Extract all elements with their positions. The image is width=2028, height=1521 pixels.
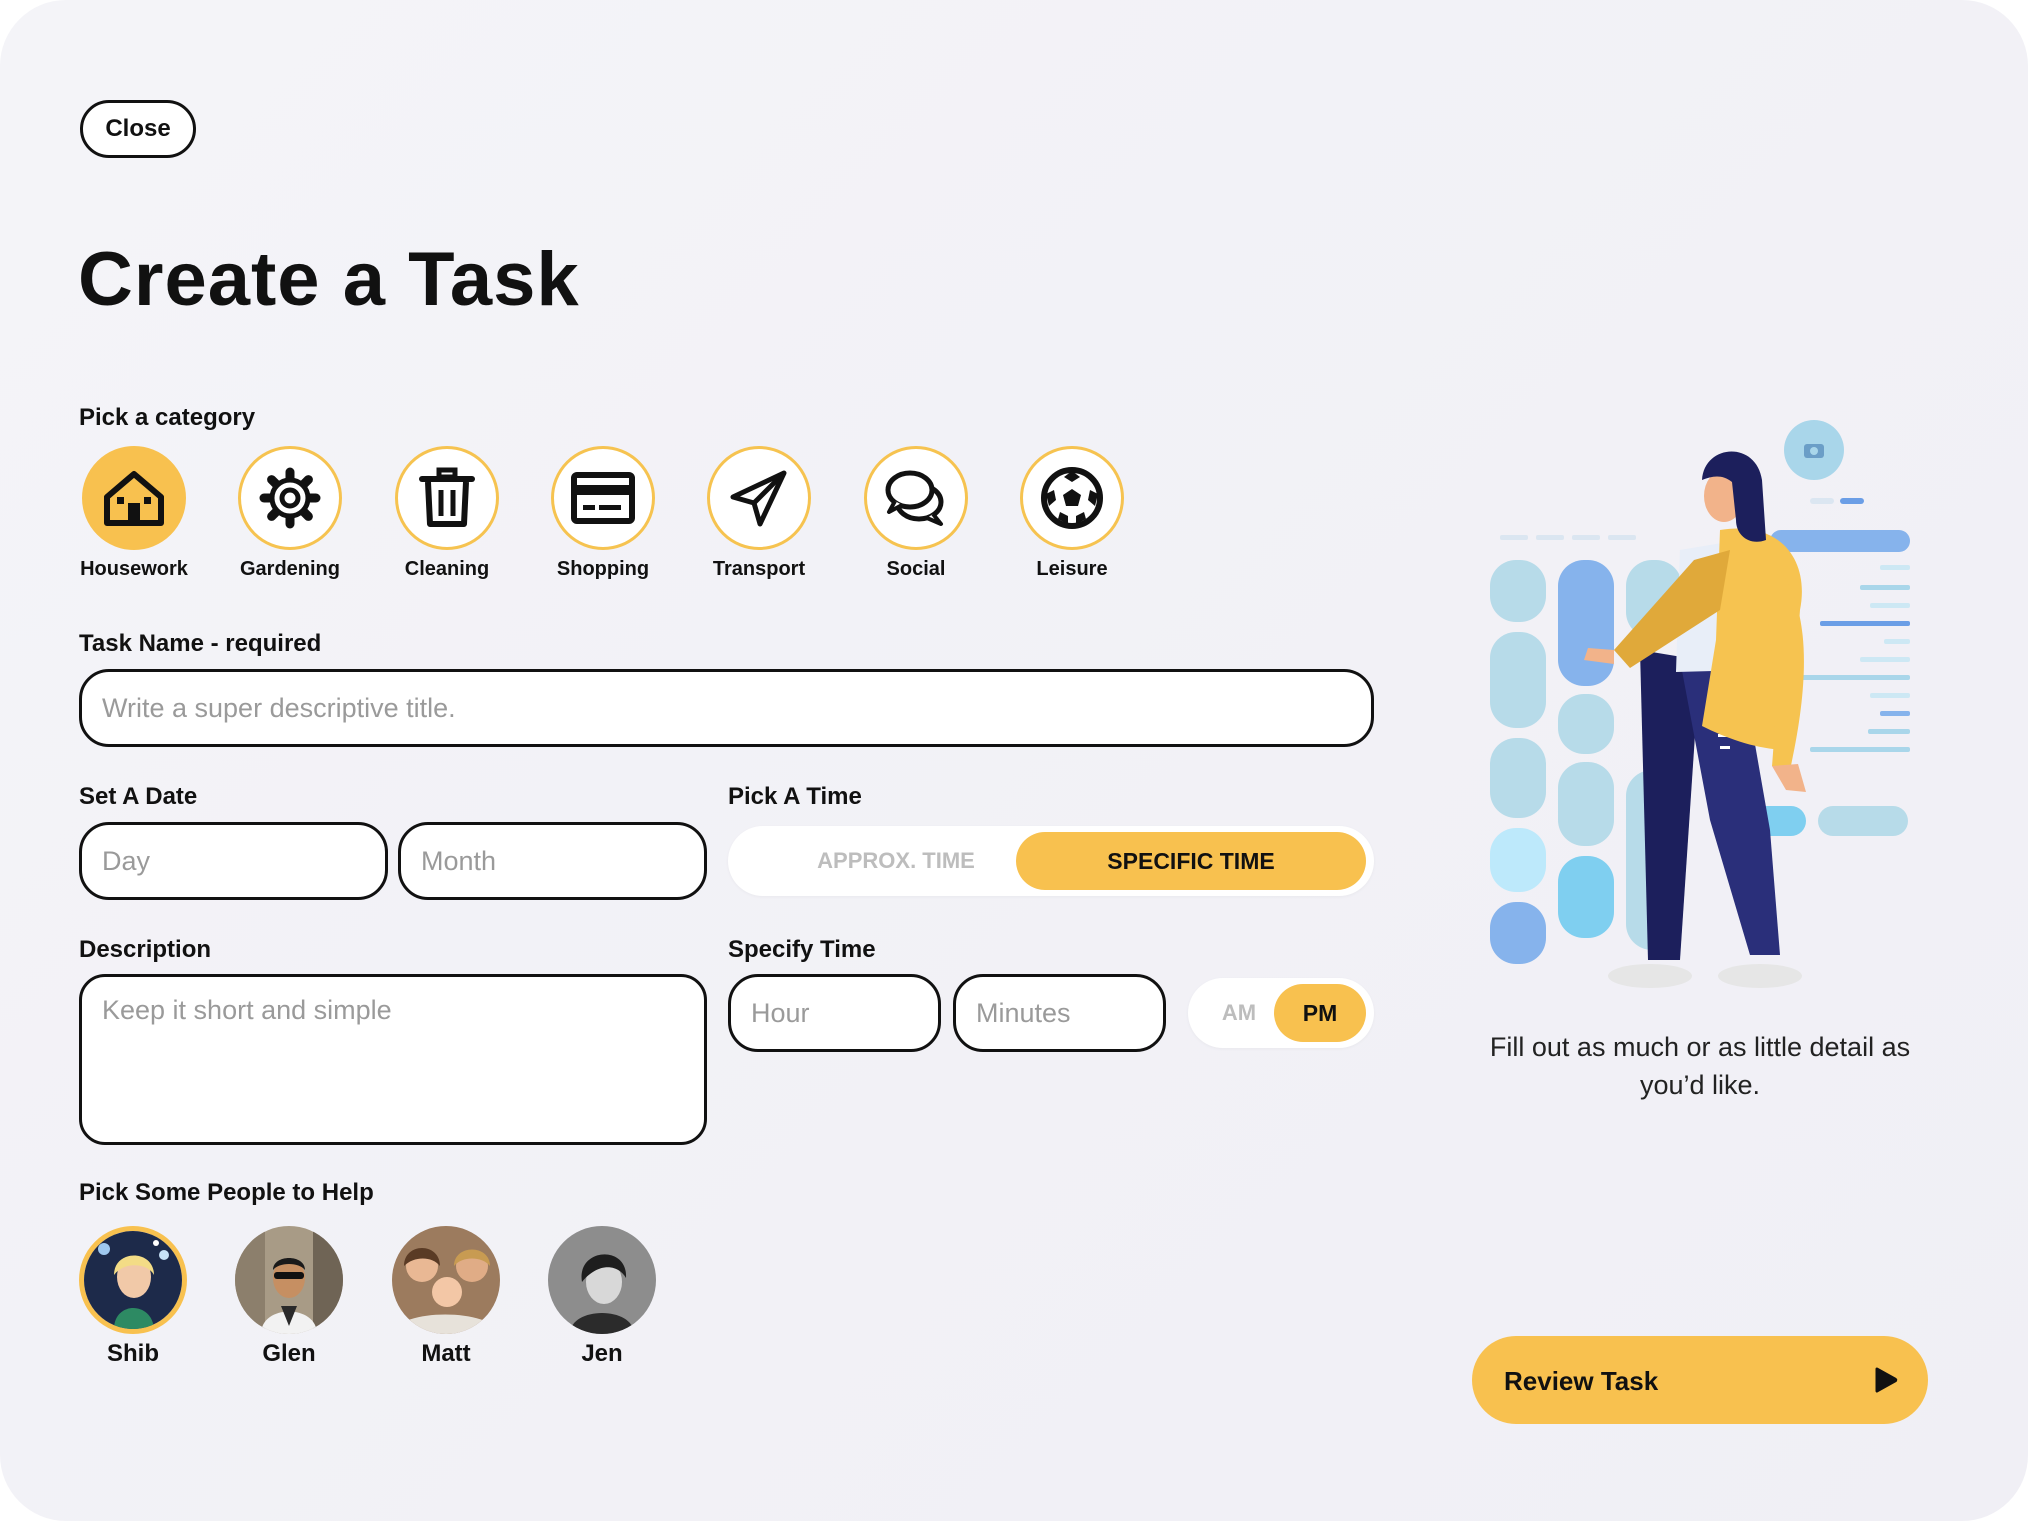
category-housework[interactable]: Housework [79, 446, 189, 581]
category-gardening[interactable]: Gardening [235, 446, 345, 581]
minutes-input[interactable] [953, 974, 1166, 1052]
task-name-input[interactable] [79, 669, 1374, 747]
time-mode-toggle: APPROX. TIME SPECIFIC TIME [728, 826, 1374, 896]
helper-text: Fill out as much or as little detail as … [1489, 1032, 1911, 1100]
month-input[interactable] [398, 822, 707, 900]
avatar [235, 1226, 343, 1334]
category-label: Transport [712, 558, 806, 580]
set-date-label: Set A Date [79, 783, 198, 810]
review-task-button[interactable]: Review Task [1472, 1336, 1928, 1424]
specific-time-option[interactable]: SPECIFIC TIME [1016, 832, 1366, 890]
category-shopping[interactable]: Shopping [548, 446, 658, 581]
category-transport[interactable]: Transport [704, 446, 814, 581]
avatar [548, 1226, 656, 1334]
review-task-label: Review Task [1504, 1366, 1659, 1396]
category-social[interactable]: Social [861, 446, 971, 581]
hour-input[interactable] [728, 974, 941, 1052]
category-label: Cleaning [404, 558, 490, 580]
avatar [392, 1226, 500, 1334]
pm-option[interactable]: PM [1274, 984, 1366, 1042]
description-label: Description [79, 936, 212, 963]
person-name: Jen [581, 1340, 623, 1367]
avatar [79, 1226, 187, 1334]
credit-card-icon [551, 446, 655, 550]
category-label: Social [886, 558, 946, 580]
people-section-label: Pick Some People to Help [79, 1179, 374, 1206]
day-input[interactable] [79, 822, 388, 900]
category-label: Leisure [1036, 558, 1108, 580]
am-option[interactable]: AM [1196, 984, 1282, 1042]
chat-bubbles-icon [864, 446, 968, 550]
trash-icon [395, 446, 499, 550]
gear-icon [238, 446, 342, 550]
person-shib[interactable]: Shib [78, 1226, 188, 1368]
person-matt[interactable]: Matt [391, 1226, 501, 1368]
specify-time-label: Specify Time [728, 936, 876, 963]
category-cleaning[interactable]: Cleaning [392, 446, 502, 581]
pick-time-label: Pick A Time [728, 783, 862, 810]
person-name: Matt [421, 1340, 471, 1367]
approx-time-option[interactable]: APPROX. TIME [736, 832, 1056, 890]
task-name-label: Task Name - required [79, 630, 322, 657]
am-pm-toggle: AM PM [1188, 978, 1374, 1048]
soccer-ball-icon [1020, 446, 1124, 550]
person-name: Glen [262, 1340, 316, 1367]
category-leisure[interactable]: Leisure [1017, 446, 1127, 581]
category-section-label: Pick a category [79, 404, 256, 431]
category-label: Shopping [556, 558, 650, 580]
person-jen[interactable]: Jen [547, 1226, 657, 1368]
category-label: Housework [80, 558, 188, 580]
person-illustration [1490, 420, 1910, 988]
house-icon [82, 446, 186, 550]
page-title: Create a Task [78, 237, 580, 322]
category-label: Gardening [239, 558, 340, 580]
person-glen[interactable]: Glen [234, 1226, 344, 1368]
description-input[interactable] [79, 974, 707, 1145]
person-name: Shib [107, 1340, 159, 1367]
paper-plane-icon [707, 446, 811, 550]
create-task-modal: Close Create a Task Pick a category Hous… [0, 0, 2028, 1521]
close-button[interactable]: Close [80, 100, 196, 158]
play-icon [1875, 1367, 1898, 1393]
